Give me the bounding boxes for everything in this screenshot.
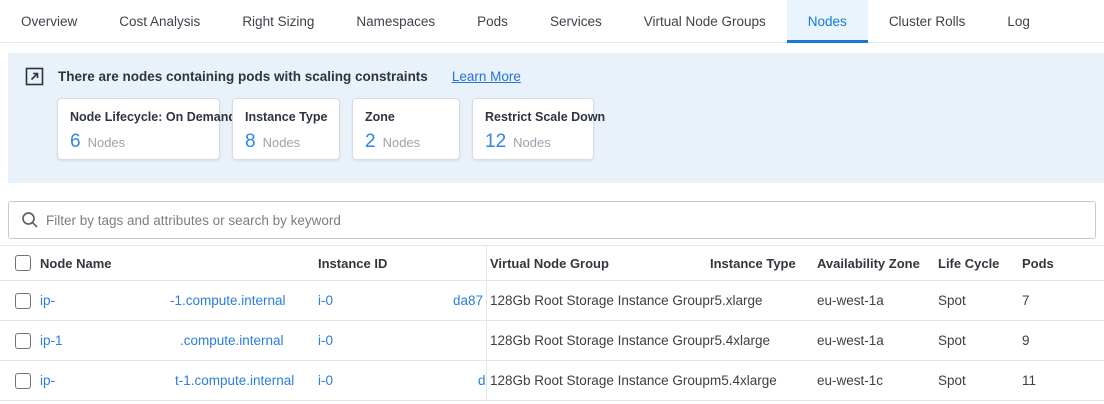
tab-virtual-node-groups[interactable]: Virtual Node Groups xyxy=(623,0,787,42)
life-cycle-value: Spot xyxy=(938,293,1022,308)
card-title: Restrict Scale Down xyxy=(485,110,581,124)
node-name-suffix: t-1.compute.internal xyxy=(175,373,294,388)
row-checkbox[interactable] xyxy=(15,373,31,389)
card-node-lifecycle[interactable]: Node Lifecycle: On Demand 6 Nodes xyxy=(57,98,220,160)
table-row: ip--1.compute.internal i-0da87 128Gb Roo… xyxy=(0,281,1104,321)
instance-id-suffix: d xyxy=(478,373,486,388)
life-cycle-value: Spot xyxy=(938,333,1022,348)
instance-id-prefix: i-0 xyxy=(318,333,453,348)
card-count: 8 xyxy=(245,131,256,153)
card-restrict-scale-down[interactable]: Restrict Scale Down 12 Nodes xyxy=(472,98,594,160)
instance-id-link[interactable]: i-0 xyxy=(318,321,487,360)
instance-id-prefix: i-0 xyxy=(318,373,478,388)
instance-id-link[interactable]: i-0da87 xyxy=(318,281,487,320)
virtual-node-group-value: 128Gb Root Storage Instance Group xyxy=(487,333,710,348)
node-name-suffix: .compute.internal xyxy=(180,333,284,348)
node-name-link[interactable]: ip--1.compute.internal xyxy=(40,293,318,308)
card-unit: Nodes xyxy=(383,135,421,150)
table-row: ip-1.compute.internal i-0 128Gb Root Sto… xyxy=(0,321,1104,361)
instance-id-prefix: i-0 xyxy=(318,293,453,308)
constraint-cards: Node Lifecycle: On Demand 6 Nodes Instan… xyxy=(57,98,1088,160)
virtual-node-group-value: 128Gb Root Storage Instance Group xyxy=(487,293,710,308)
nodes-table: Node Name Instance ID Virtual Node Group… xyxy=(0,245,1104,401)
tab-log[interactable]: Log xyxy=(986,0,1051,42)
card-unit: Nodes xyxy=(88,135,126,150)
scaling-constraints-banner: There are nodes containing pods with sca… xyxy=(8,53,1104,183)
tab-pods[interactable]: Pods xyxy=(456,0,529,42)
node-name-prefix: ip- xyxy=(40,293,170,308)
card-zone[interactable]: Zone 2 Nodes xyxy=(352,98,460,160)
tab-namespaces[interactable]: Namespaces xyxy=(335,0,456,42)
col-availability-zone: Availability Zone xyxy=(817,256,938,271)
select-all-checkbox[interactable] xyxy=(15,255,31,271)
instance-type-value: m5.4xlarge xyxy=(710,373,817,388)
card-title: Node Lifecycle: On Demand xyxy=(70,110,207,124)
pods-count: 9 xyxy=(1022,333,1104,348)
col-instance-type: Instance Type xyxy=(710,256,817,271)
pods-count: 7 xyxy=(1022,293,1104,308)
col-virtual-node-group: Virtual Node Group xyxy=(487,256,710,271)
search-icon xyxy=(21,211,39,229)
banner-message: There are nodes containing pods with sca… xyxy=(58,69,428,84)
card-title: Instance Type xyxy=(245,110,327,124)
pods-count: 11 xyxy=(1022,373,1104,388)
card-title: Zone xyxy=(365,110,447,124)
node-name-link[interactable]: ip-t-1.compute.internal xyxy=(40,373,318,388)
tab-overview[interactable]: Overview xyxy=(0,0,98,42)
col-pods: Pods xyxy=(1022,256,1104,271)
tab-services[interactable]: Services xyxy=(529,0,623,42)
node-name-prefix: ip- xyxy=(40,373,175,388)
instance-type-value: r5.xlarge xyxy=(710,293,817,308)
col-instance-id: Instance ID xyxy=(318,246,487,280)
card-count: 12 xyxy=(485,131,506,153)
scale-up-icon xyxy=(25,67,44,86)
life-cycle-value: Spot xyxy=(938,373,1022,388)
tab-nodes[interactable]: Nodes xyxy=(787,0,868,42)
row-checkbox[interactable] xyxy=(15,293,31,309)
node-name-link[interactable]: ip-1.compute.internal xyxy=(40,333,318,348)
table-header-row: Node Name Instance ID Virtual Node Group… xyxy=(0,245,1104,281)
tab-cluster-rolls[interactable]: Cluster Rolls xyxy=(868,0,987,42)
card-count: 2 xyxy=(365,131,376,153)
table-row: ip-t-1.compute.internal i-0d 128Gb Root … xyxy=(0,361,1104,401)
node-name-suffix: -1.compute.internal xyxy=(170,293,286,308)
col-life-cycle: Life Cycle xyxy=(938,256,1022,271)
instance-id-link[interactable]: i-0d xyxy=(318,361,487,400)
availability-zone-value: eu-west-1c xyxy=(817,373,938,388)
card-unit: Nodes xyxy=(513,135,551,150)
instance-type-value: r5.4xlarge xyxy=(710,333,817,348)
tab-right-sizing[interactable]: Right Sizing xyxy=(221,0,335,42)
card-count: 6 xyxy=(70,131,81,153)
card-instance-type[interactable]: Instance Type 8 Nodes xyxy=(232,98,340,160)
card-unit: Nodes xyxy=(263,135,301,150)
tab-cost-analysis[interactable]: Cost Analysis xyxy=(98,0,221,42)
availability-zone-value: eu-west-1a xyxy=(817,333,938,348)
availability-zone-value: eu-west-1a xyxy=(817,293,938,308)
learn-more-link[interactable]: Learn More xyxy=(452,69,521,84)
virtual-node-group-value: 128Gb Root Storage Instance Group xyxy=(487,373,710,388)
filter-bar xyxy=(8,201,1096,239)
tab-bar: Overview Cost Analysis Right Sizing Name… xyxy=(0,0,1104,43)
col-node-name: Node Name xyxy=(40,256,318,271)
instance-id-suffix: da87 xyxy=(453,293,483,308)
node-name-prefix: ip-1 xyxy=(40,333,180,348)
row-checkbox[interactable] xyxy=(15,333,31,349)
search-input[interactable] xyxy=(46,213,1083,228)
